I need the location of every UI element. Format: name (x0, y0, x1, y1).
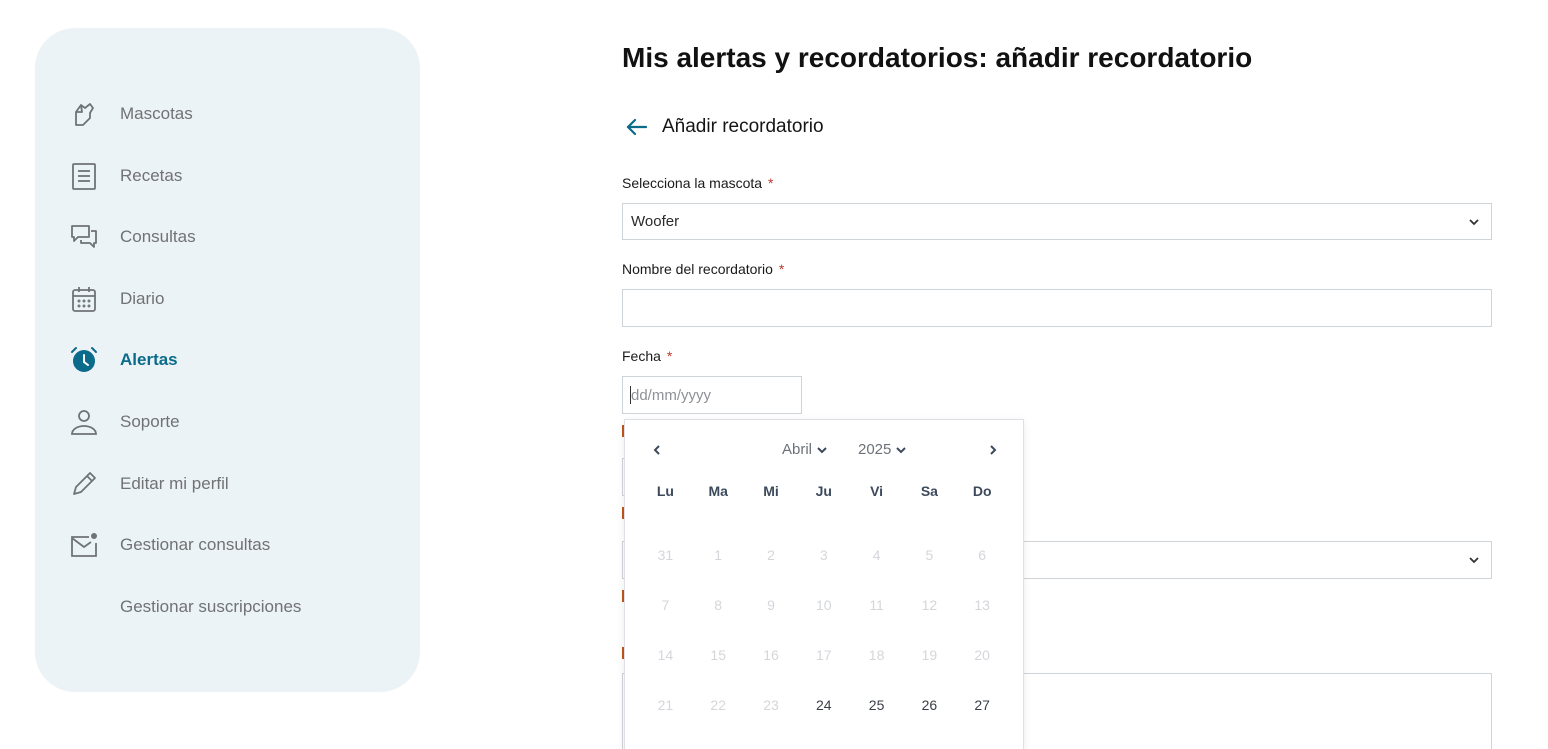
pencil-icon (69, 467, 99, 501)
calendar-day: 21 (657, 697, 674, 713)
person-icon (69, 405, 99, 439)
sidebar-item-recetas[interactable]: Recetas (69, 156, 182, 196)
alarm-clock-icon (69, 343, 99, 377)
year-select[interactable]: 2025 (858, 441, 908, 458)
page-title: Mis alertas y recordatorios: añadir reco… (622, 42, 1253, 73)
chevron-right-icon[interactable] (985, 442, 1001, 458)
pet-icon (69, 97, 99, 131)
sidebar-item-label: Alertas (120, 350, 178, 369)
calendar-day: 7 (661, 597, 670, 613)
calendar-icon (69, 282, 99, 316)
weekday-header: Lu Ma Mi Ju Vi Sa Do (639, 480, 1009, 502)
sidebar-item-soporte[interactable]: Soporte (69, 402, 180, 442)
chevron-left-icon[interactable] (649, 442, 665, 458)
calendar-day: 23 (763, 697, 779, 713)
calendar-day[interactable]: 24 (797, 697, 850, 713)
sidebar-item-label: Consultas (120, 227, 196, 246)
sidebar-item-mascotas[interactable]: Mascotas (69, 94, 193, 134)
pet-select-value: Woofer (631, 213, 680, 230)
weekday-label: Do (972, 483, 992, 499)
calendar-day: 13 (974, 597, 990, 613)
sidebar-item-label: Gestionar consultas (120, 535, 271, 554)
section-title: Añadir recordatorio (662, 116, 824, 137)
date-picker: Abril 2025 Lu Ma Mi Ju Vi Sa Do 31 1 2 3 4 5 6… (624, 419, 1024, 749)
mail-notification-icon (69, 528, 99, 562)
weekday-label: Sa (920, 483, 938, 499)
calendar-day: 16 (763, 647, 779, 663)
sidebar-item-diario[interactable]: Diario (69, 279, 164, 319)
receipt-icon (69, 159, 99, 193)
year-label: 2025 (858, 441, 892, 458)
calendar-day: 31 (657, 547, 674, 563)
calendar-day: 10 (816, 597, 832, 613)
calendar-day: 2 (767, 547, 775, 563)
pet-select[interactable]: Woofer (622, 203, 1492, 240)
calendar-day: 3 (819, 547, 828, 563)
sidebar-item-label: Editar mi perfil (120, 474, 229, 493)
calendar-day[interactable]: 25 (850, 697, 903, 713)
calendar-day: 15 (710, 647, 726, 663)
calendar-day: 17 (816, 647, 832, 663)
weekday-label: Ju (815, 483, 832, 499)
calendar-day: 9 (767, 597, 775, 613)
calendar-week: 7 8 9 10 11 12 13 (639, 580, 1009, 630)
calendar-week: 21 22 23 24 25 26 27 (639, 680, 1009, 730)
calendar-day: 12 (921, 597, 938, 613)
sidebar-item-label: Soporte (120, 412, 180, 431)
calendar-week: 2829301234 (639, 730, 1009, 749)
sidebar-item-consultas[interactable]: Consultas (69, 217, 196, 257)
calendar-day: 5 (925, 547, 934, 563)
text-cursor (630, 386, 631, 404)
calendar-weeks: 31 1 2 3 4 5 6 7 8 9 10 11 12 13 14 15 16 17 18 19 20 21 22 23 2… (639, 530, 1009, 749)
sidebar-item-label: Gestionar suscripciones (120, 597, 302, 616)
calendar-day[interactable]: 26 (903, 697, 956, 713)
required-mark: * (666, 348, 673, 364)
weekday-label: Mi (763, 483, 779, 499)
reminder-name-input[interactable] (622, 289, 1492, 327)
month-select[interactable]: Abril (782, 441, 829, 458)
sidebar-item-label: Diario (120, 289, 165, 308)
calendar-day: 14 (657, 647, 674, 663)
chevron-down-icon (1469, 219, 1479, 226)
pet-select-label: Selecciona la mascota * (622, 175, 774, 191)
calendar-day: 22 (710, 697, 726, 713)
calendar-day: 18 (868, 647, 885, 663)
calendar-day: 1 (714, 547, 723, 563)
calendar-day[interactable]: 27 (956, 697, 1009, 713)
sidebar-item-label: Recetas (120, 166, 183, 185)
date-input[interactable] (622, 376, 802, 414)
calendar-day: 6 (978, 547, 987, 563)
chevron-down-icon (1469, 557, 1479, 564)
calendar-week: 31 1 2 3 4 5 6 (639, 530, 1009, 580)
sidebar-item-alertas[interactable]: Alertas (69, 340, 178, 380)
chevron-down-icon (817, 446, 827, 453)
weekday-label: Vi (870, 483, 884, 499)
calendar-week: 14 15 16 17 18 19 20 (639, 630, 1009, 680)
date-label: Fecha * (622, 348, 673, 364)
sidebar: Mascotas Recetas Consultas Diario Alerta… (35, 28, 420, 692)
chevron-down-icon (896, 446, 907, 453)
sidebar-item-gestionar-suscripciones[interactable]: Gestionar suscripciones (69, 587, 301, 627)
back-row: Añadir recordatorio (624, 114, 824, 140)
calendar-day: 11 (869, 597, 884, 613)
calendar-day: 20 (974, 647, 990, 663)
weekday-label: Ma (708, 483, 728, 499)
sidebar-item-label: Mascotas (120, 104, 193, 123)
calendar-day: 19 (921, 647, 938, 663)
calendar-day: 4 (872, 547, 881, 563)
required-mark: * (767, 175, 774, 191)
chat-bubbles-icon (69, 220, 99, 254)
reminder-name-label: Nombre del recordatorio * (622, 261, 785, 277)
required-mark: * (778, 261, 785, 277)
weekday-label: Lu (656, 483, 674, 499)
calendar-day: 8 (714, 597, 723, 613)
sidebar-item-editar-perfil[interactable]: Editar mi perfil (69, 464, 229, 504)
month-label: Abril (782, 441, 813, 458)
calendar-grid: Lu Ma Mi Ju Vi Sa Do 31 1 2 3 4 5 6 7 8 9 10 11 12 13… (639, 480, 1009, 749)
sidebar-item-gestionar-consultas[interactable]: Gestionar consultas (69, 525, 270, 565)
arrow-left-icon[interactable] (624, 114, 650, 140)
